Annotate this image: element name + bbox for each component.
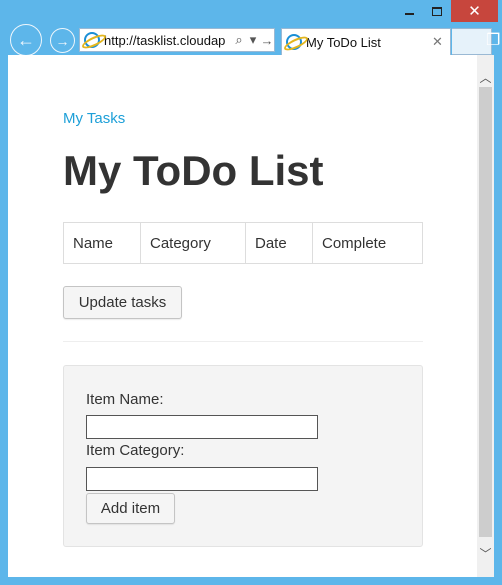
back-button[interactable]: ← <box>10 24 42 56</box>
add-item-form: Item Name: Item Category: Add item <box>63 365 423 547</box>
browser-window: ✕ ← → http://tasklist.cloudap ⌕ ▾ → My T… <box>0 0 502 585</box>
update-tasks-button[interactable]: Update tasks <box>63 286 182 319</box>
close-icon: ✕ <box>468 3 481 20</box>
item-name-label: Item Name: <box>86 391 164 408</box>
divider <box>63 341 423 342</box>
column-header-complete: Complete <box>322 234 387 252</box>
go-arrow-icon[interactable]: → <box>260 33 274 48</box>
minimize-icon <box>404 13 414 15</box>
tab-title: My ToDo List <box>306 34 381 50</box>
add-item-button[interactable]: Add item <box>86 493 175 524</box>
back-arrow-icon: ← <box>17 29 35 50</box>
vertical-scrollbar[interactable]: ︿ ﹀ <box>477 55 494 577</box>
page-title: My ToDo List <box>63 147 324 194</box>
browser-tab[interactable]: My ToDo List ✕ <box>281 28 451 55</box>
scroll-thumb[interactable] <box>479 87 492 537</box>
close-window-button[interactable]: ✕ <box>451 0 498 22</box>
item-category-label: Item Category: <box>86 442 185 459</box>
minimize-button[interactable] <box>395 0 423 22</box>
address-text[interactable]: http://tasklist.cloudap <box>104 33 232 48</box>
brand-link[interactable]: My Tasks <box>63 110 125 127</box>
search-icon[interactable]: ⌕ <box>232 32 246 48</box>
maximize-icon <box>432 6 442 16</box>
column-header-category: Category <box>141 223 246 263</box>
ie-logo-icon <box>84 32 100 48</box>
forward-arrow-icon: → <box>55 32 70 49</box>
address-bar[interactable]: http://tasklist.cloudap ⌕ ▾ → <box>79 28 275 52</box>
forward-button[interactable]: → <box>50 28 75 53</box>
maximize-button[interactable] <box>423 0 451 22</box>
column-header-name: Name <box>64 223 141 263</box>
item-category-input[interactable] <box>86 467 318 491</box>
page-viewport: ︿ ﹀ My Tasks My ToDo List Name Category … <box>8 55 494 577</box>
item-name-input[interactable] <box>86 415 318 439</box>
task-table: Name Category Date Complete <box>63 222 423 264</box>
tab-close-icon[interactable]: ✕ <box>432 34 450 50</box>
column-header-date: Date <box>246 223 313 263</box>
dropdown-arrow-icon[interactable]: ▾ <box>246 32 260 48</box>
ie-logo-icon <box>286 34 302 50</box>
scroll-down-icon[interactable]: ﹀ <box>477 539 494 569</box>
restore-icon[interactable]: ❐ <box>486 30 500 50</box>
